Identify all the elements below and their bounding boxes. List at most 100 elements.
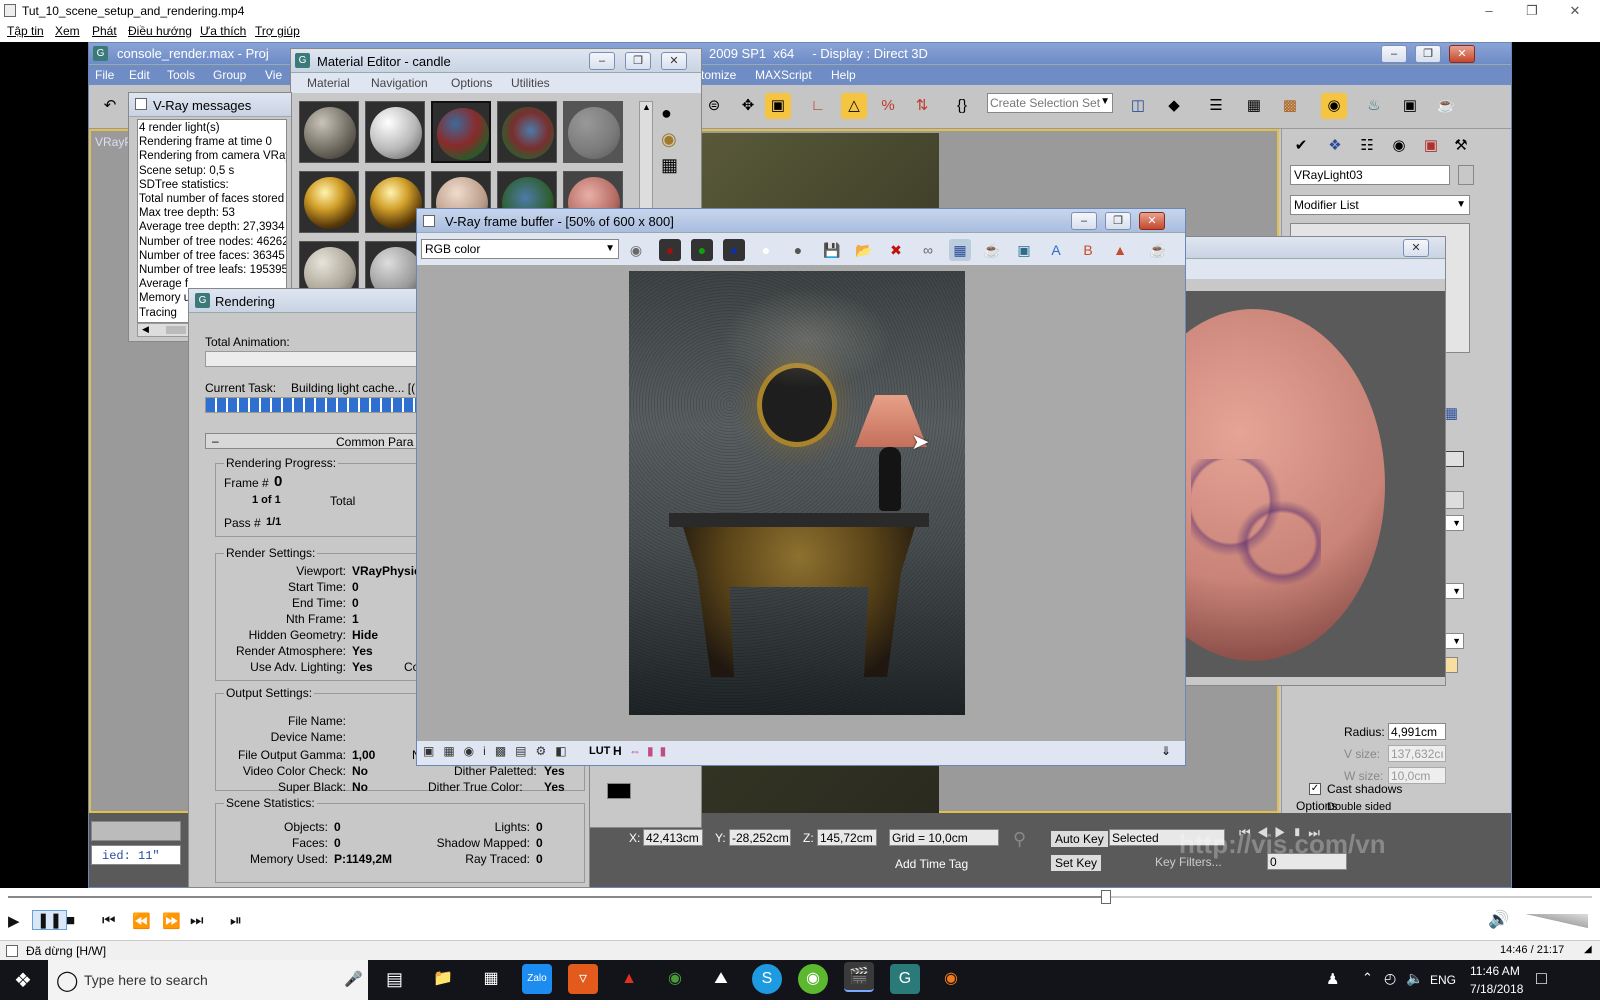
language-indicator[interactable]: ENG	[1430, 973, 1456, 987]
link-icon[interactable]: ∞	[917, 239, 939, 261]
histogram-label[interactable]: H	[613, 744, 622, 758]
frame-step-icon[interactable]: ⏯	[230, 912, 242, 929]
foxit-icon[interactable]: ▿	[568, 964, 598, 994]
cast-shadows-checkbox[interactable]: ✓	[1309, 783, 1321, 795]
y-coord-field[interactable]: -28,252cm	[729, 829, 791, 846]
scroll-thumb[interactable]	[166, 326, 186, 334]
compare-ab-icon[interactable]: B	[1077, 239, 1099, 261]
menu-dieu-huong[interactable]: Điều hướng	[128, 24, 192, 38]
volume-icon[interactable]: 🔊	[1488, 910, 1509, 930]
red-channel-icon[interactable]: ●	[659, 239, 681, 261]
me-menu-navigation[interactable]: Navigation	[371, 76, 428, 90]
max-close-button[interactable]: ✕	[1449, 45, 1475, 63]
fb-extra-icons[interactable]: ⇔▮▮	[629, 744, 672, 758]
seek-thumb[interactable]	[1100, 890, 1111, 904]
utilities-tab-icon[interactable]: ⚒	[1448, 133, 1474, 159]
sample-type-icon[interactable]: ●	[661, 103, 672, 124]
material-slot[interactable]	[299, 171, 359, 233]
render-last-icon[interactable]: ☕	[981, 239, 1003, 261]
restore-button[interactable]: ❐	[1517, 1, 1547, 21]
chrome-icon[interactable]: ◉	[660, 964, 690, 994]
align-icon[interactable]: ◆	[1161, 93, 1187, 119]
fast-forward-icon[interactable]: ⏩	[162, 912, 181, 930]
rewind-icon[interactable]: ⏪	[132, 912, 151, 930]
angle-snap-icon[interactable]: ∟	[805, 93, 831, 119]
max-menu-group[interactable]: Group	[213, 68, 246, 82]
spinner-snap-icon[interactable]: ⇅	[909, 93, 935, 119]
file-explorer-icon[interactable]: 📁	[428, 964, 458, 994]
fb-bottom-icons[interactable]: ▣▦◉i▩▤⚙◧	[423, 744, 576, 758]
clock-time[interactable]: 11:46 AM	[1470, 964, 1520, 978]
render-setup-icon[interactable]: ♨	[1361, 93, 1387, 119]
key-icon[interactable]: ⚲	[1013, 829, 1026, 850]
set-key-button[interactable]: Set Key	[1051, 855, 1102, 871]
undo-icon[interactable]: ↶	[97, 93, 123, 119]
clock-date[interactable]: 7/18/2018	[1470, 982, 1523, 996]
object-color-swatch[interactable]	[1458, 165, 1474, 185]
material-editor-icon[interactable]: ◉	[1321, 93, 1347, 119]
material-slot[interactable]	[299, 101, 359, 163]
seek-track[interactable]	[8, 896, 1592, 898]
add-time-tag[interactable]: Add Time Tag	[895, 857, 968, 871]
max-menu-edit[interactable]: Edit	[129, 68, 150, 82]
task-view-icon[interactable]: ▤	[386, 969, 403, 990]
resize-grip-icon[interactable]: ◢	[1584, 944, 1592, 955]
display-tab-icon[interactable]: ▣	[1418, 133, 1444, 159]
modifier-list-dropdown[interactable]: Modifier List ▼	[1290, 195, 1470, 215]
me-menu-material[interactable]: Material	[307, 76, 350, 90]
coccoc-icon[interactable]: ◉	[798, 964, 828, 994]
mirror-tool-icon[interactable]: ◫	[1125, 93, 1151, 119]
max-menu-maxscript[interactable]: MAXScript	[755, 68, 812, 82]
compare-b-icon[interactable]: ▲	[1109, 239, 1131, 261]
save-icon[interactable]: 💾	[821, 239, 843, 261]
backlight-icon[interactable]: ◉	[661, 129, 677, 150]
max-menu-tools[interactable]: Tools	[167, 68, 195, 82]
max-menu-help[interactable]: Help	[831, 68, 856, 82]
me-restore-button[interactable]: ❐	[625, 52, 651, 70]
pause-icon[interactable]: ❚❚	[32, 910, 68, 930]
volume-slider[interactable]	[1526, 914, 1588, 928]
mono-icon[interactable]: ●	[787, 239, 809, 261]
me-minimize-button[interactable]: –	[589, 52, 615, 70]
previous-icon[interactable]: ⏮	[102, 912, 116, 929]
action-center-icon[interactable]: □	[1536, 968, 1547, 989]
track-mouse-icon[interactable]: ▣	[1013, 239, 1035, 261]
menu-phat[interactable]: Phát	[92, 24, 117, 38]
play-icon[interactable]: ▶	[8, 912, 20, 930]
menu-tro-giup[interactable]: Trợ giúp	[255, 24, 300, 38]
firefox-icon[interactable]: ◉	[936, 964, 966, 994]
rgb-channel-icon[interactable]: ◉	[625, 239, 647, 261]
background-checker-icon[interactable]: ▦	[661, 155, 678, 176]
preview-close-button[interactable]: ✕	[1403, 239, 1429, 257]
curve-editor-icon[interactable]: ▦	[1241, 93, 1267, 119]
modify-tab-icon[interactable]: ❖	[1322, 133, 1348, 159]
calculator-icon[interactable]: ▦	[476, 964, 506, 994]
select-object-icon[interactable]: ▣	[765, 93, 791, 119]
mirror-icon[interactable]: ⊜	[701, 93, 727, 119]
compare-a-icon[interactable]: A	[1045, 239, 1067, 261]
radius-field[interactable]: 4,991cm	[1388, 723, 1446, 740]
fb-restore-button[interactable]: ❐	[1105, 212, 1131, 230]
me-close-button[interactable]: ✕	[661, 52, 687, 70]
menu-xem[interactable]: Xem	[55, 24, 80, 38]
skype-icon[interactable]: S	[752, 964, 782, 994]
material-color-swatch[interactable]	[607, 783, 631, 799]
close-button[interactable]: ✕	[1560, 1, 1590, 21]
material-slot[interactable]	[431, 101, 491, 163]
open-folder-icon[interactable]: 📂	[853, 239, 875, 261]
microphone-icon[interactable]: 🎤	[344, 970, 363, 988]
create-tab-icon[interactable]: ✔	[1288, 133, 1314, 159]
material-slot[interactable]	[563, 101, 623, 163]
snap-toggle-icon[interactable]: △	[841, 93, 867, 119]
maxscript-listener[interactable]: ied: 11"	[91, 845, 181, 865]
fb-minimize-button[interactable]: –	[1071, 212, 1097, 230]
z-coord-field[interactable]: 145,72cm	[817, 829, 877, 846]
motion-tab-icon[interactable]: ◉	[1386, 133, 1412, 159]
minimize-button[interactable]: –	[1474, 1, 1504, 21]
max-menu-file[interactable]: File	[95, 68, 114, 82]
acrobat-icon[interactable]: ▲	[614, 964, 644, 994]
render-teapot-icon[interactable]: ☕	[1147, 239, 1169, 261]
blue-channel-icon[interactable]: ●	[723, 239, 745, 261]
channel-dropdown[interactable]: RGB color ▼	[421, 239, 619, 259]
quick-render-icon[interactable]: ☕	[1433, 93, 1459, 119]
